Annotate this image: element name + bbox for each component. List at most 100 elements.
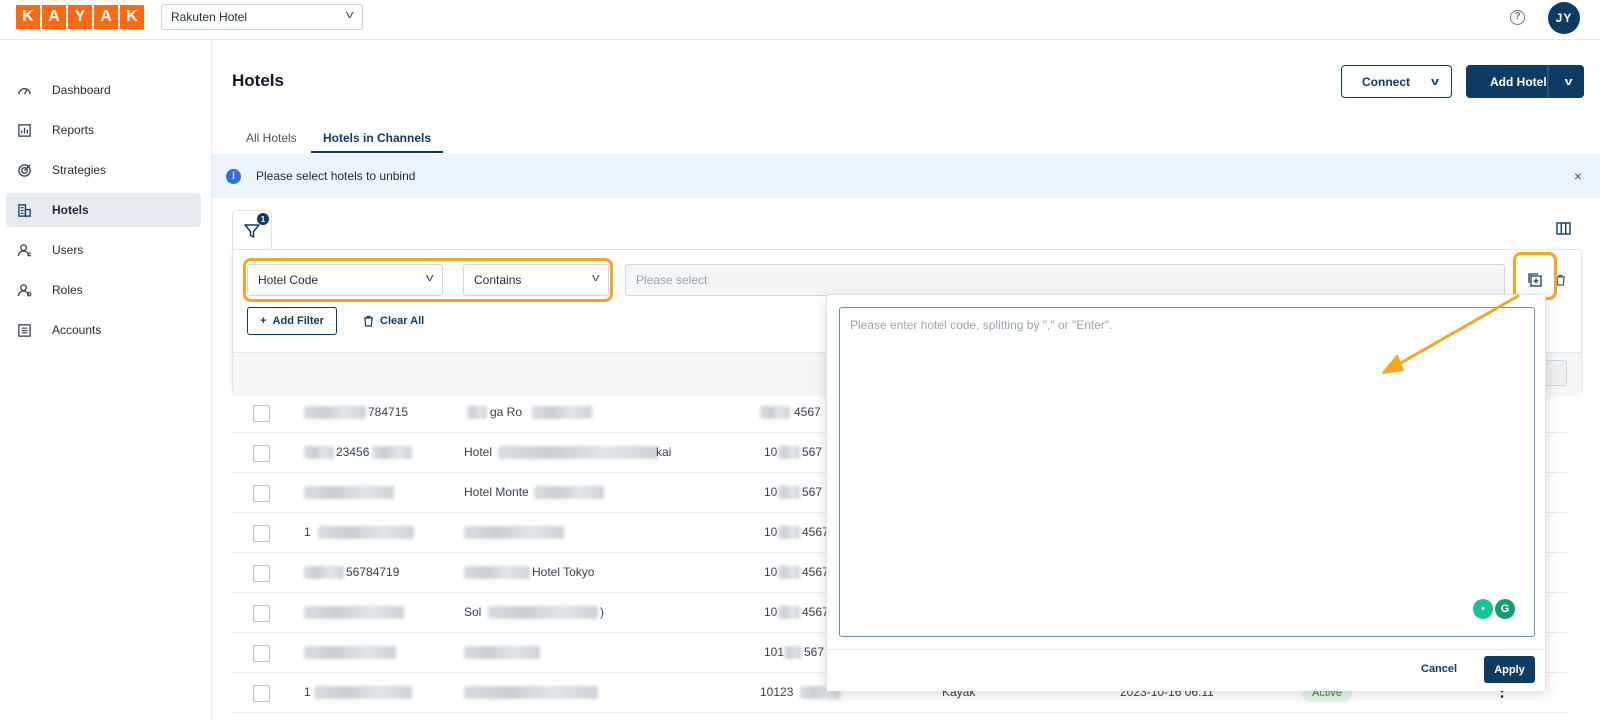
redacted-value (464, 686, 598, 699)
connect-button-label: Connect (1362, 74, 1410, 89)
hotel-name-cell: Hotel Tokyo (532, 565, 595, 579)
redacted-value (784, 646, 802, 659)
external-code-prefix: 10 (764, 565, 778, 579)
external-code-cell: 4567 (802, 525, 829, 539)
hotel-code-cell: 1 (304, 685, 311, 699)
annotation-highlight (1513, 252, 1557, 300)
row-checkbox[interactable] (253, 605, 270, 622)
row-checkbox[interactable] (253, 685, 270, 702)
row-checkbox[interactable] (253, 525, 270, 542)
redacted-value (304, 566, 344, 579)
clear-all-button[interactable]: Clear All (363, 307, 424, 335)
redacted-value (464, 566, 530, 579)
avatar[interactable]: JY (1548, 2, 1580, 34)
tab-all-hotels[interactable]: All Hotels (234, 125, 309, 151)
grammarly-tone-icon: • (1473, 599, 1493, 619)
row-checkbox[interactable] (253, 445, 270, 462)
row-checkbox[interactable] (253, 645, 270, 662)
hotel-name-cell: Hotel Monte (464, 485, 529, 499)
info-icon: i (226, 168, 241, 184)
sidebar-item-roles[interactable]: Roles (6, 273, 201, 307)
redacted-value (372, 446, 412, 459)
external-code-prefix: 10 (764, 445, 778, 459)
external-code-prefix: 101 (764, 645, 785, 659)
redacted-value (314, 686, 412, 699)
plus-icon: + (260, 315, 267, 327)
columns-icon[interactable] (1556, 222, 1571, 240)
sidebar-item-label: Dashboard (52, 83, 111, 97)
hotels-icon (16, 202, 32, 218)
chevron-down-icon[interactable]: v (1547, 65, 1589, 98)
sidebar-item-hotels[interactable]: Hotels (6, 193, 201, 227)
row-checkbox[interactable] (253, 405, 270, 422)
hotel-name-cell: ga Ro (490, 405, 523, 419)
external-code-prefix: 10 (764, 525, 778, 539)
bulk-input-popover: • G Cancel Apply (826, 294, 1546, 691)
accounts-icon (16, 322, 32, 338)
sidebar-item-label: Strategies (52, 163, 107, 177)
logo-letter: Y (68, 5, 92, 29)
redacted-value (498, 446, 658, 459)
redacted-value (304, 646, 396, 659)
row-checkbox[interactable] (253, 565, 270, 582)
tab-hotels-in-channels[interactable]: Hotels in Channels (311, 125, 444, 153)
sidebar-item-label: Hotels (52, 203, 89, 217)
logo-letter: K (16, 5, 40, 29)
sidebar-item-label: Reports (52, 123, 95, 137)
help-icon[interactable]: ? (1510, 10, 1525, 25)
chevron-down-icon: v (345, 9, 354, 21)
page-title: Hotels (232, 71, 284, 90)
external-code-cell: 4567 (794, 405, 821, 419)
kayak-logo[interactable]: K A Y A K (16, 5, 144, 29)
close-icon[interactable]: × (1574, 168, 1582, 184)
filter-toggle[interactable]: 1 (232, 210, 272, 250)
redacted-value (778, 606, 800, 619)
hotel-code-cell: 56784719 (346, 565, 400, 579)
cancel-button[interactable]: Cancel (1417, 656, 1461, 682)
redacted-value (778, 446, 800, 459)
hotel-selector[interactable]: Rakuten Hotel v (161, 4, 363, 30)
sidebar-item-users[interactable]: Users (6, 233, 201, 267)
filter-value-select[interactable]: Please select (625, 264, 1505, 296)
external-code-prefix: 10 (764, 485, 778, 499)
filter-icon (244, 223, 260, 238)
hotel-code-cell: 23456 (336, 445, 370, 459)
dashboard-icon (16, 82, 32, 98)
redacted-value (760, 406, 790, 419)
sidebar-item-reports[interactable]: Reports (6, 113, 201, 147)
sidebar-item-label: Users (52, 243, 84, 257)
sidebar-item-dashboard[interactable]: Dashboard (6, 73, 201, 107)
roles-icon (16, 282, 32, 298)
hotel-codes-textarea[interactable] (839, 307, 1535, 637)
reports-icon (16, 122, 32, 138)
sidebar-item-accounts[interactable]: Accounts (6, 313, 201, 347)
add-hotel-button[interactable]: Add Hotel v (1466, 65, 1584, 98)
add-hotel-button-label: Add Hotel (1490, 74, 1547, 89)
redacted-value (778, 526, 800, 539)
redacted-value (488, 606, 598, 619)
hotel-selector-value: Rakuten Hotel (171, 10, 248, 24)
hotel-code-cell: 1 (304, 525, 311, 539)
connect-button[interactable]: Connect v (1341, 65, 1452, 98)
logo-letter: A (42, 5, 66, 29)
row-checkbox[interactable] (253, 485, 270, 502)
sidebar-item-label: Roles (52, 283, 83, 297)
add-filter-label: Add Filter (272, 315, 324, 327)
redacted-value (778, 486, 800, 499)
users-icon (16, 242, 32, 258)
apply-button[interactable]: Apply (1484, 656, 1535, 683)
sidebar-item-label: Accounts (52, 323, 102, 337)
external-code-cell: 567 (802, 445, 823, 459)
strategies-icon (16, 162, 32, 178)
hotel-name-cell-suffix: kai (656, 445, 672, 459)
redacted-value (464, 646, 540, 659)
external-code-cell: 567 (804, 645, 825, 659)
external-code-cell: 4567 (802, 605, 829, 619)
add-filter-button[interactable]: + Add Filter (247, 307, 337, 335)
redacted-value (304, 446, 334, 459)
hotel-name-cell-suffix: ) (600, 605, 604, 619)
redacted-value (778, 566, 800, 579)
banner-message: Please select hotels to unbind (256, 169, 416, 183)
sidebar-item-strategies[interactable]: Strategies (6, 153, 201, 187)
grammarly-widget[interactable]: • G (1473, 599, 1515, 619)
